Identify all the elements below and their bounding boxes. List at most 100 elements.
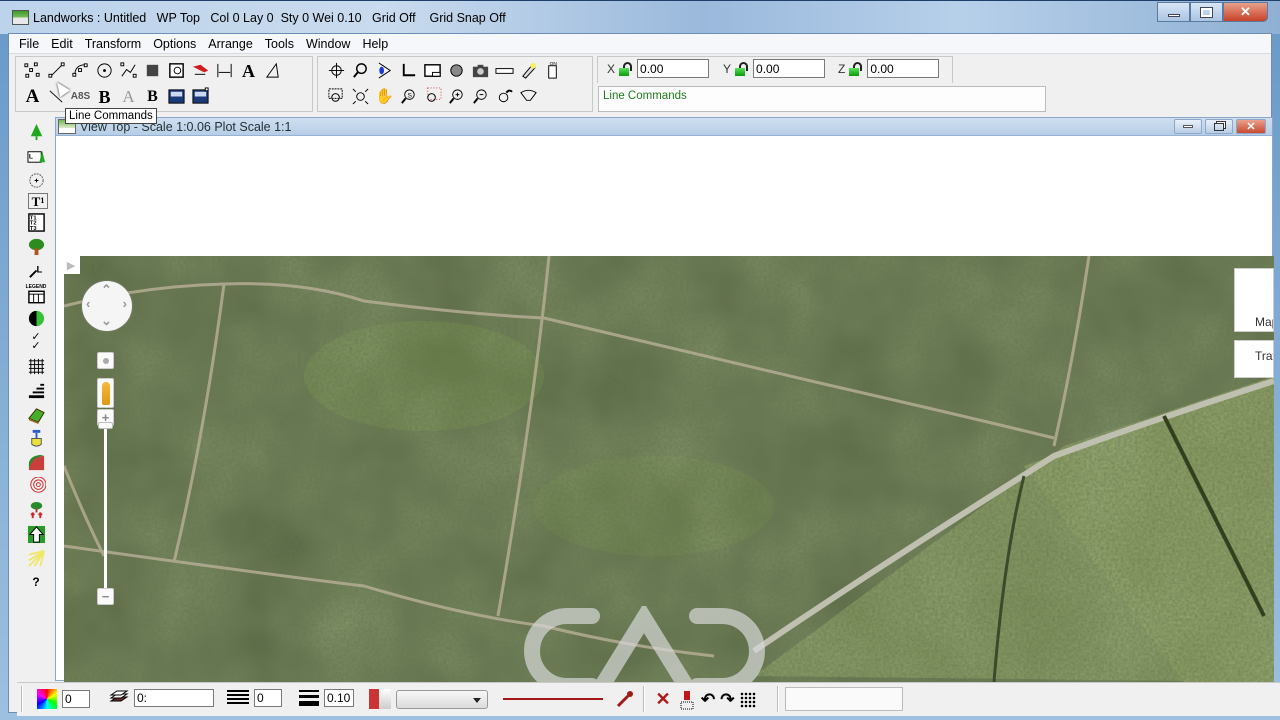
zoom-slider-track[interactable] xyxy=(104,426,107,596)
color-wheel-icon[interactable] xyxy=(37,689,57,709)
minimize-button[interactable] xyxy=(1157,2,1190,22)
menu-help[interactable]: Help xyxy=(356,37,394,51)
plant-label-icon[interactable]: L xyxy=(23,145,49,167)
menu-window[interactable]: Window xyxy=(300,37,356,51)
abs-text-icon[interactable]: A8S xyxy=(70,86,91,107)
viewport-icon[interactable] xyxy=(422,60,443,81)
checklist-icon[interactable]: ✓ ✓ xyxy=(23,331,49,353)
layer-input[interactable] xyxy=(134,689,214,707)
toggle-on-icon[interactable]: ON xyxy=(542,60,563,81)
zoom-extents-icon[interactable] xyxy=(350,86,371,107)
view-minimize-button[interactable] xyxy=(1174,119,1202,134)
attribute-combo[interactable] xyxy=(396,689,488,709)
arc-icon[interactable] xyxy=(70,60,91,81)
stairs-icon[interactable] xyxy=(23,379,49,401)
view-close-button[interactable]: ✕ xyxy=(1236,119,1266,134)
render-icon[interactable] xyxy=(446,60,467,81)
shade-icon[interactable] xyxy=(23,307,49,329)
color-input[interactable] xyxy=(62,690,90,708)
select-icon[interactable] xyxy=(374,60,395,81)
text-icon[interactable]: A xyxy=(238,60,259,81)
style-input[interactable] xyxy=(254,689,282,707)
zoom-slider-thumb[interactable] xyxy=(98,422,113,430)
menu-arrange[interactable]: Arrange xyxy=(202,37,258,51)
image-frame-icon[interactable] xyxy=(190,86,211,107)
command-line[interactable]: Line Commands xyxy=(598,86,1046,112)
text-style-icon[interactable]: A xyxy=(22,86,43,107)
schedule-list-icon[interactable]: T1 T2 T3 xyxy=(23,211,49,233)
menu-edit[interactable]: Edit xyxy=(45,37,79,51)
pan-right-icon[interactable]: › xyxy=(123,296,127,311)
shovel-icon[interactable] xyxy=(23,427,49,449)
view-window-titlebar[interactable]: View Top - Scale 1:0.06 Plot Scale 1:1 ✕ xyxy=(56,118,1272,136)
delete-icon[interactable]: ✕ xyxy=(653,689,673,710)
menu-transform[interactable]: Transform xyxy=(79,37,148,51)
street-view-pegman[interactable] xyxy=(97,378,114,408)
aerial-map[interactable]: ▶ ⌃ ‹ › ⌄ + − Map Traffic xyxy=(64,256,1274,682)
swiss-knife-icon[interactable] xyxy=(190,60,211,81)
plant-circle-icon[interactable] xyxy=(23,169,49,191)
pan-up-icon[interactable]: ⌃ xyxy=(101,282,112,298)
image-icon[interactable] xyxy=(166,86,187,107)
maximize-button[interactable] xyxy=(1190,2,1223,22)
paint-brush-icon[interactable] xyxy=(678,690,696,710)
grid-icon[interactable] xyxy=(23,355,49,377)
lock-icon[interactable] xyxy=(849,61,863,76)
sun-icon[interactable] xyxy=(23,547,49,569)
flashlight-icon[interactable] xyxy=(518,60,539,81)
leader-label-icon[interactable]: L xyxy=(23,259,49,281)
dimension-icon[interactable] xyxy=(214,60,235,81)
contour-icon[interactable] xyxy=(23,475,49,497)
pan-down-icon[interactable]: ⌄ xyxy=(101,313,112,329)
axis-icon[interactable] xyxy=(398,60,419,81)
text-block-icon[interactable]: B xyxy=(142,86,163,107)
zoom-out-icon[interactable] xyxy=(470,86,491,107)
legend-icon[interactable]: LEGEND xyxy=(23,283,49,305)
pan-left-icon[interactable]: ‹ xyxy=(86,296,90,311)
zoom-scale-icon[interactable]: S xyxy=(398,86,419,107)
terrain-icon[interactable] xyxy=(23,403,49,425)
menu-tools[interactable]: Tools xyxy=(259,37,300,51)
zoom-previous-icon[interactable] xyxy=(494,86,515,107)
circle-icon[interactable] xyxy=(94,60,115,81)
traffic-button[interactable]: Traffic xyxy=(1234,340,1274,378)
lock-icon[interactable] xyxy=(735,61,749,76)
weight-input[interactable] xyxy=(324,689,354,707)
zoom-icon[interactable] xyxy=(350,60,371,81)
ruler-icon[interactable] xyxy=(494,60,515,81)
text-t1-icon[interactable]: T1 xyxy=(28,193,48,209)
slope-icon[interactable] xyxy=(23,451,49,473)
tree-plant-icon[interactable] xyxy=(23,121,49,143)
tree-section-icon[interactable] xyxy=(23,499,49,521)
pan-hand-icon[interactable]: ✋ xyxy=(374,86,395,107)
menu-file[interactable]: File xyxy=(13,37,45,51)
wiper-icon[interactable] xyxy=(518,86,539,107)
line-icon[interactable] xyxy=(46,60,67,81)
elevation-arrow-icon[interactable] xyxy=(23,523,49,545)
eyedropper-icon[interactable] xyxy=(615,689,635,709)
text-outline-icon[interactable]: A xyxy=(118,86,139,107)
help-icon[interactable]: ? xyxy=(23,571,49,593)
title-bar[interactable]: Landworks : Untitled WP Top Col 0 Lay 0 … xyxy=(0,0,1280,34)
pan-control[interactable]: ⌃ ‹ › ⌄ xyxy=(82,281,132,331)
menu-options[interactable]: Options xyxy=(147,37,202,51)
map-type-button[interactable]: Map xyxy=(1234,268,1274,332)
symbol-icon[interactable] xyxy=(166,60,187,81)
zoom-fit-icon[interactable] xyxy=(422,86,443,107)
camera-icon[interactable] xyxy=(470,60,491,81)
zoom-out-button[interactable]: − xyxy=(97,588,114,605)
points-icon[interactable] xyxy=(22,60,43,81)
zoom-window-icon[interactable] xyxy=(326,86,347,107)
layers-icon[interactable] xyxy=(109,689,129,707)
close-button[interactable]: ✕ xyxy=(1223,2,1268,22)
tree-icon[interactable] xyxy=(23,235,49,257)
view-restore-button[interactable] xyxy=(1205,119,1233,134)
angle-icon[interactable] xyxy=(262,60,283,81)
rotate-reset-button[interactable] xyxy=(97,352,114,369)
attributes-icon[interactable] xyxy=(369,689,391,709)
grid-dots-icon[interactable] xyxy=(739,691,756,708)
hatch-icon[interactable] xyxy=(142,60,163,81)
redo-icon[interactable]: ↷ xyxy=(720,690,734,710)
z-coordinate-input[interactable] xyxy=(867,59,940,78)
polyline-icon[interactable] xyxy=(118,60,139,81)
